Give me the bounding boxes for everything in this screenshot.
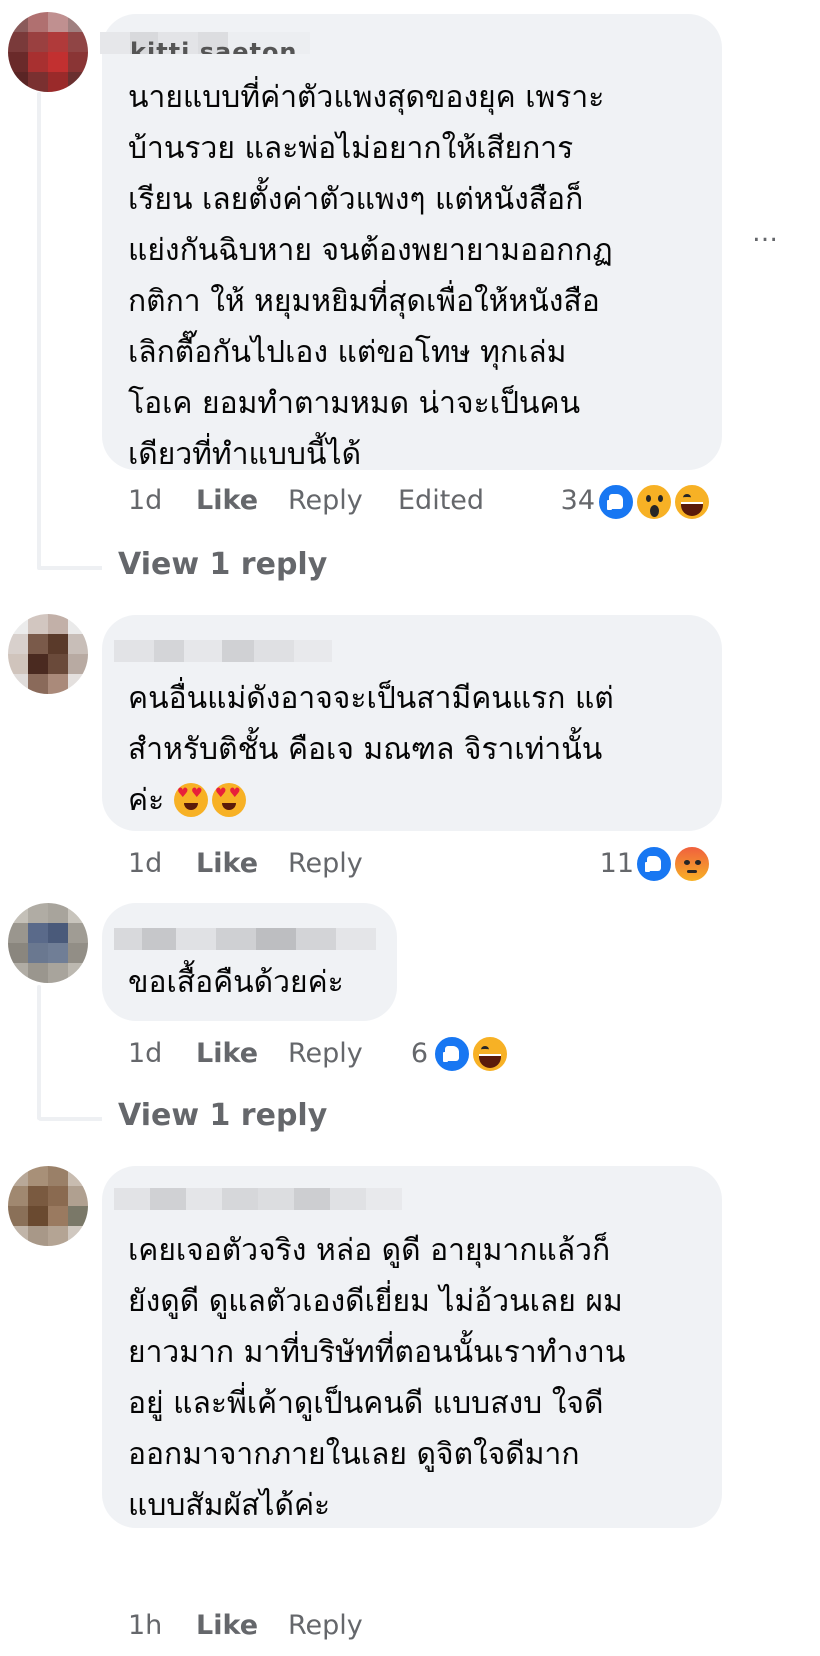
heart-eyes-emoji-icon xyxy=(212,783,246,817)
view-replies-link[interactable]: View 1 reply xyxy=(118,547,327,582)
like-button[interactable]: Like xyxy=(196,1038,258,1069)
comment-time[interactable]: 1h xyxy=(128,1610,162,1641)
comment-author-name[interactable] xyxy=(114,640,332,662)
thread-branch xyxy=(37,1117,102,1121)
edited-label[interactable]: Edited xyxy=(398,485,484,516)
more-options-icon[interactable]: … xyxy=(752,218,778,248)
comment-text: นายแบบที่ค่าตัวแพงสุดของยุค เพราะ บ้านรว… xyxy=(128,80,613,472)
reply-button[interactable]: Reply xyxy=(288,485,363,516)
view-replies-link[interactable]: View 1 reply xyxy=(118,1098,327,1133)
avatar[interactable] xyxy=(8,12,88,92)
comment-time[interactable]: 1d xyxy=(128,1038,162,1069)
comment-time[interactable]: 1d xyxy=(128,848,162,879)
reply-button[interactable]: Reply xyxy=(288,1038,363,1069)
comment-time[interactable]: 1d xyxy=(128,485,162,516)
comment-text: เคยเจอตัวจริง หล่อ ดูดี อายุมากแล้วก็ ยั… xyxy=(128,1233,626,1523)
reaction-count[interactable]: 6 xyxy=(390,1038,428,1069)
comment-author-name[interactable] xyxy=(114,928,376,950)
comment-author-name[interactable] xyxy=(114,1188,402,1210)
like-icon[interactable] xyxy=(432,1034,472,1074)
thread-line xyxy=(37,92,41,570)
like-icon[interactable] xyxy=(596,482,636,522)
thread-branch xyxy=(37,566,102,570)
avatar[interactable] xyxy=(8,614,88,694)
heart-eyes-emoji-icon xyxy=(174,783,208,817)
avatar[interactable] xyxy=(8,903,88,983)
like-button[interactable]: Like xyxy=(196,485,258,516)
thread-line xyxy=(37,985,41,1120)
comment-author-name[interactable]: kitti saeton xyxy=(100,32,310,54)
haha-icon[interactable] xyxy=(470,1034,510,1074)
reply-button[interactable]: Reply xyxy=(288,848,363,879)
reaction-count[interactable]: 34 xyxy=(540,485,595,516)
angry-icon[interactable] xyxy=(672,844,712,884)
reaction-count[interactable]: 11 xyxy=(580,848,634,879)
reply-button[interactable]: Reply xyxy=(288,1610,363,1641)
like-icon[interactable] xyxy=(634,844,674,884)
like-button[interactable]: Like xyxy=(196,1610,258,1641)
comment-text: คนอื่นแม่ดังอาจจะเป็นสามีคนแรก แต่ สำหรั… xyxy=(128,673,614,826)
avatar[interactable] xyxy=(8,1166,88,1246)
wow-icon[interactable] xyxy=(634,482,674,522)
comment-text: ขอเสื้อคืนด้วยค่ะ xyxy=(128,965,344,1000)
haha-icon[interactable] xyxy=(672,482,712,522)
like-button[interactable]: Like xyxy=(196,848,258,879)
